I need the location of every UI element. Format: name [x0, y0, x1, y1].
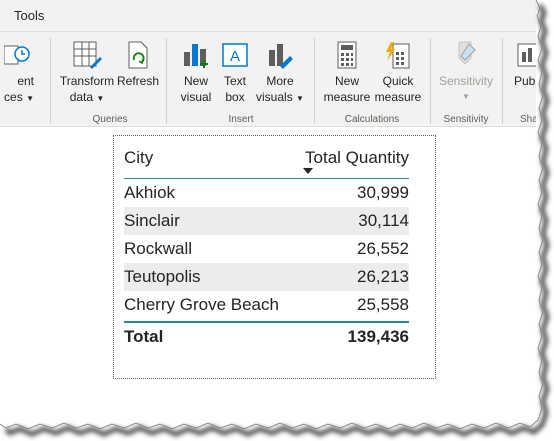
torn-paper-frame	[0, 0, 554, 441]
torn-edge-shadow	[0, 0, 550, 437]
